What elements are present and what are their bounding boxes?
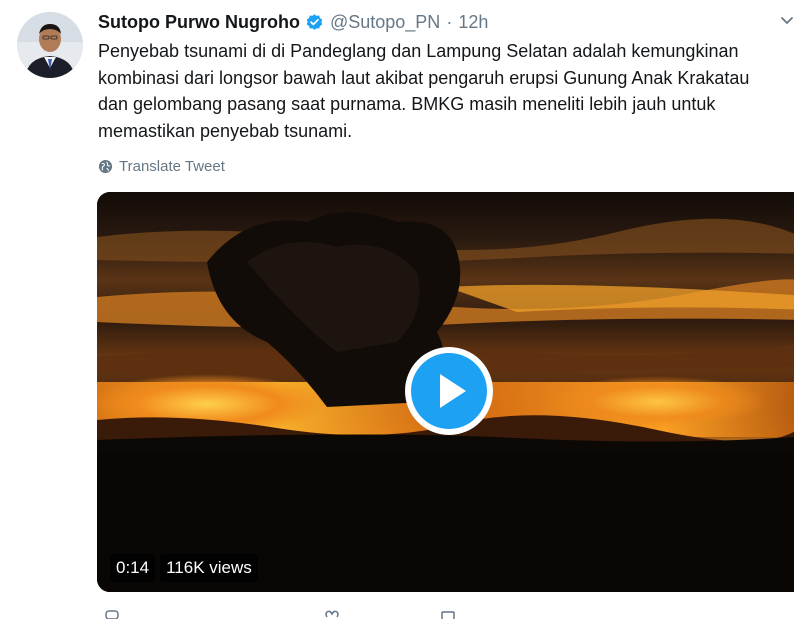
author-avatar[interactable] [17,12,83,78]
share-icon[interactable] [440,606,456,619]
tweet-text-line: kombinasi dari longsor bawah laut akibat… [98,67,750,88]
video-meta: 0:14 116K views [110,554,258,582]
translate-tweet-link[interactable]: Translate Tweet [98,156,225,176]
video-player[interactable]: 0:14 116K views [97,192,794,592]
tweet-header: Sutopo Purwo Nugroho @Sutopo_PN · 12h [98,11,488,33]
author-name[interactable]: Sutopo Purwo Nugroho [98,12,300,33]
chevron-down-icon[interactable] [780,14,794,28]
reply-icon[interactable] [104,606,120,620]
tweet-text-line: dan gelombang pasang saat purnama. BMKG … [98,94,716,114]
tweet-text-line: memastikan penyebab tsunami. [98,120,353,141]
tweet-actions [100,606,520,620]
globe-icon [98,159,113,173]
avatar-photo [17,12,83,78]
separator-dot: · [446,11,453,32]
tweet-timestamp[interactable]: 12h [458,12,488,33]
tweet-text: Penyebab tsunami di di Pandeglang dan La… [98,38,794,144]
like-icon[interactable] [324,606,340,618]
tweet-text-line: Penyebab tsunami di di Pandeglang dan La… [98,41,739,61]
verified-badge-icon [305,13,324,32]
translate-tweet-label: Translate Tweet [119,157,225,175]
video-view-count: 116K views [160,554,258,582]
author-handle[interactable]: @Sutopo_PN [330,12,440,33]
video-duration: 0:14 [110,554,156,582]
play-icon[interactable] [403,345,495,437]
